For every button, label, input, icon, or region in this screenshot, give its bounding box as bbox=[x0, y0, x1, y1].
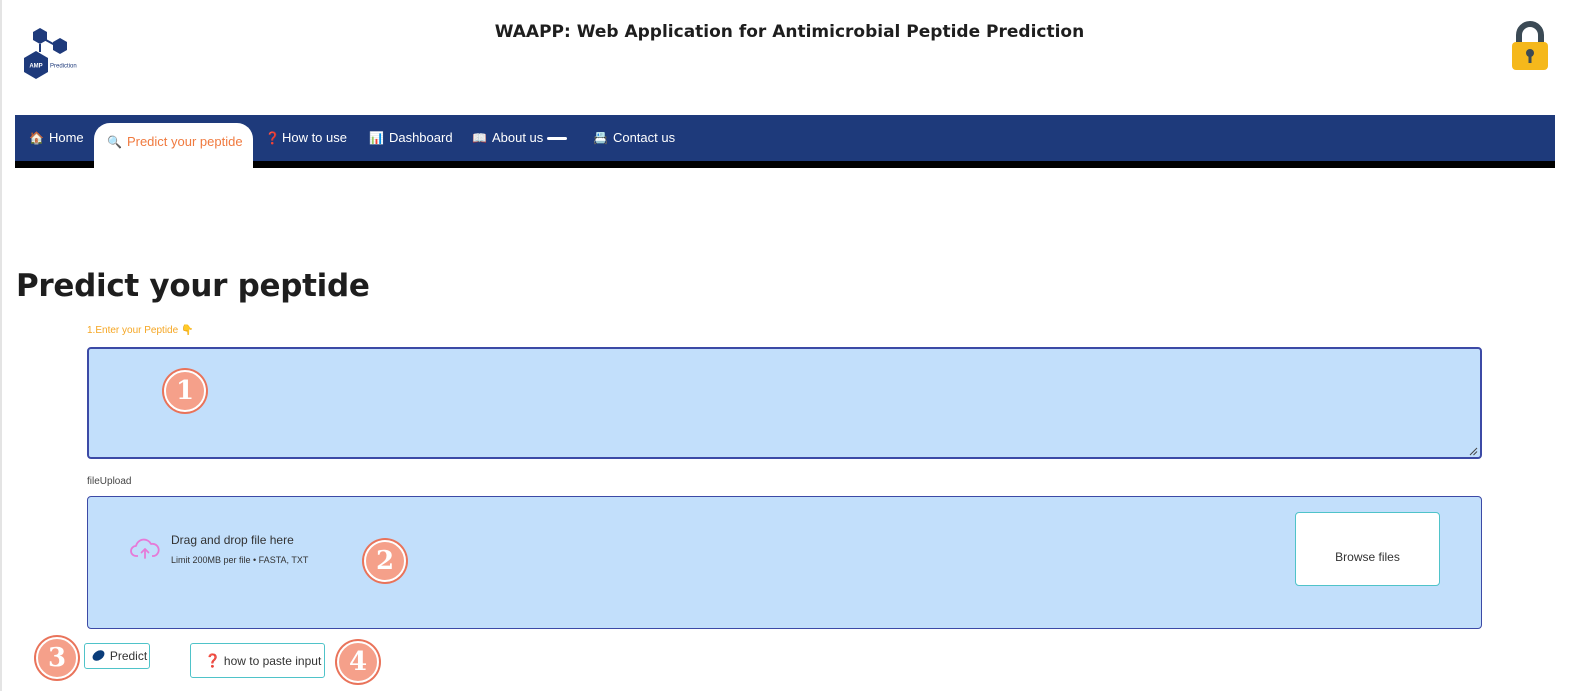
magnifier-icon: 🔍 bbox=[107, 135, 122, 149]
nav-item-how-to-use[interactable]: ❓ How to use bbox=[265, 115, 347, 161]
nav-item-label: About us bbox=[491, 130, 544, 145]
dropzone-file-limit: Limit 200MB per file • FASTA, TXT bbox=[171, 555, 309, 565]
nav-item-dashboard[interactable]: 📊 Dashboard bbox=[369, 115, 453, 161]
annotation-badge-2: 2 bbox=[364, 540, 406, 582]
bar-chart-icon: 📊 bbox=[369, 131, 384, 145]
annotation-badge-1: 1 bbox=[164, 370, 206, 412]
question-icon: ❓ bbox=[204, 652, 221, 668]
badge-number: 4 bbox=[348, 647, 368, 677]
nav-item-label: How to use bbox=[281, 130, 347, 145]
app-title: WAAPP: Web Application for Antimicrobial… bbox=[494, 22, 1085, 42]
file-upload-label: fileUpload bbox=[87, 476, 132, 487]
logo-badge-text: AMP bbox=[29, 64, 42, 70]
cloud-upload-icon bbox=[130, 538, 160, 559]
nav-item-label: Home bbox=[48, 130, 84, 145]
annotation-badge-4: 4 bbox=[337, 641, 379, 683]
nav-item-contact-us[interactable]: 📇 Contact us bbox=[593, 115, 675, 161]
badge-number: 3 bbox=[47, 643, 67, 673]
house-icon: 🏠 bbox=[29, 131, 44, 145]
nav-item-label: Dashboard bbox=[388, 130, 453, 145]
predict-button[interactable]: Predict bbox=[84, 643, 150, 669]
peptide-input-label: 1.Enter your Peptide 👇 bbox=[87, 325, 193, 336]
card-icon: 📇 bbox=[593, 131, 608, 145]
peptide-textarea[interactable] bbox=[87, 347, 1482, 459]
how-to-paste-input-button[interactable]: ❓ how to paste input bbox=[190, 643, 325, 678]
annotation-badge-3: 3 bbox=[36, 637, 78, 679]
page-left-edge bbox=[0, 0, 2, 691]
nav-item-label: Predict your peptide bbox=[126, 134, 243, 149]
peptide-label-text: 1.Enter your Peptide bbox=[87, 325, 179, 336]
pointing-down-icon: 👇 bbox=[180, 325, 194, 336]
logo-text: Prediction bbox=[50, 64, 77, 70]
lock-icon[interactable] bbox=[1510, 20, 1550, 72]
dropdown-indicator-icon bbox=[547, 137, 568, 141]
nav-item-label: Contact us bbox=[612, 130, 676, 145]
dropzone-instructions: Drag and drop file here bbox=[171, 533, 294, 547]
page-title: Predict your peptide bbox=[16, 268, 370, 304]
pill-icon bbox=[90, 648, 107, 664]
resize-grip-icon[interactable] bbox=[1468, 446, 1478, 456]
nav-item-about-us[interactable]: 📖 About us bbox=[472, 115, 568, 161]
book-icon: 📖 bbox=[472, 131, 487, 145]
predict-button-label: Predict bbox=[109, 649, 148, 663]
badge-number: 1 bbox=[175, 376, 195, 406]
badge-number: 2 bbox=[375, 546, 395, 576]
browse-files-button[interactable]: Browse files bbox=[1295, 512, 1440, 586]
howto-button-label: how to paste input bbox=[223, 653, 322, 668]
nav-item-home[interactable]: 🏠 Home bbox=[29, 115, 84, 161]
question-icon: ❓ bbox=[265, 131, 280, 145]
nav-item-predict[interactable]: 🔍 Predict your peptide bbox=[107, 119, 243, 165]
